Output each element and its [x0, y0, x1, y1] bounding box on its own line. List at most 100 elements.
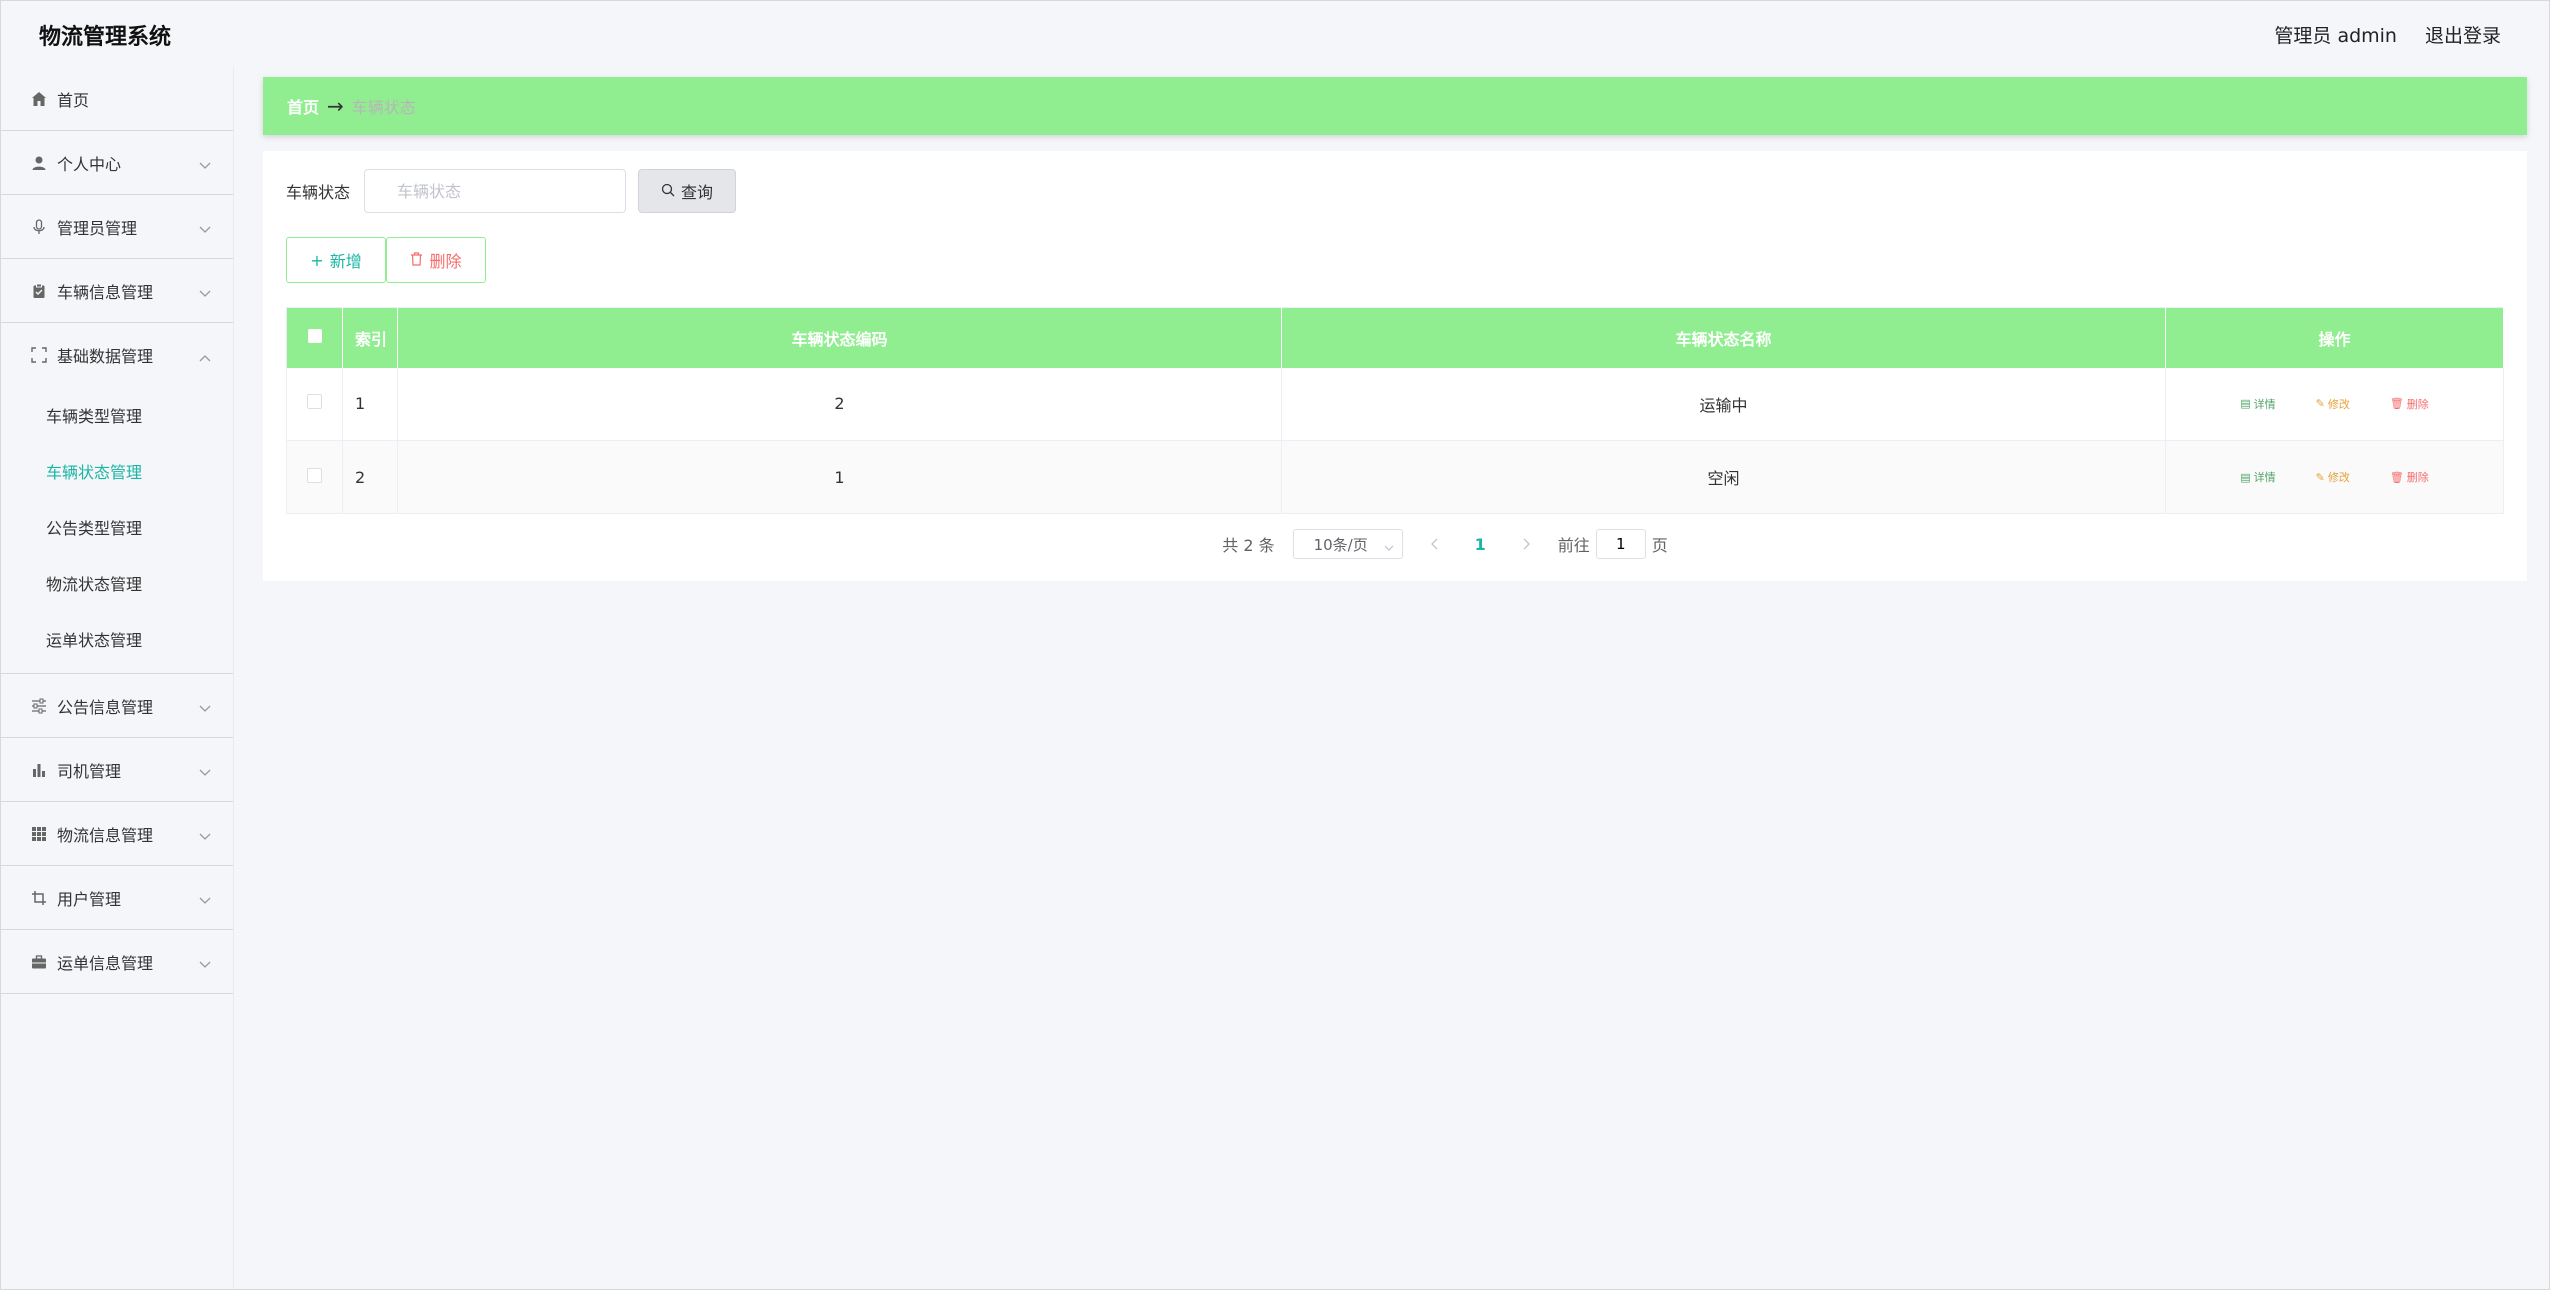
sidebar-subitem-notice-type[interactable]: 公告类型管理 — [1, 499, 233, 555]
edit-label: 修改 — [2327, 397, 2350, 411]
logout-link[interactable]: 退出登录 — [2425, 21, 2501, 48]
row-delete-button[interactable]: 🗑 删除 — [2390, 469, 2429, 485]
search-row: 车辆状态 查询 — [286, 169, 737, 213]
page-size-value: 10条/页 — [1313, 535, 1368, 554]
chevron-down-icon — [1384, 538, 1394, 556]
edit-button[interactable]: ✎ 修改 — [2316, 469, 2350, 485]
sidebar-subitem-waybill-status[interactable]: 运单状态管理 — [1, 611, 233, 667]
submenu-basic-data: 车辆类型管理 车辆状态管理 公告类型管理 物流状态管理 运单状态管理 — [1, 387, 233, 674]
detail-button[interactable]: ▤ 详情 — [2240, 396, 2275, 412]
sliders-icon — [29, 696, 49, 716]
chevron-down-icon — [199, 890, 211, 909]
sidebar-subitem-vehicle-type[interactable]: 车辆类型管理 — [1, 387, 233, 443]
sidebar-item-basic-data[interactable]: 基础数据管理 — [1, 323, 233, 387]
prev-page-button[interactable] — [1430, 535, 1439, 554]
user-label[interactable]: 管理员 admin — [2274, 21, 2397, 48]
clipboard-icon — [29, 281, 49, 301]
chevron-down-icon — [199, 219, 211, 238]
search-icon — [661, 182, 675, 201]
table-header-row: 索引 车辆状态编码 车辆状态名称 操作 — [286, 307, 2504, 368]
remove-label: 删除 — [2406, 471, 2429, 484]
pagination-total: 共 2 条 — [1222, 536, 1275, 555]
row-checkbox[interactable] — [286, 367, 343, 441]
sidebar-item-label: 个人中心 — [57, 154, 122, 174]
briefcase-icon — [29, 952, 49, 972]
pager: 1 — [1430, 535, 1530, 554]
row-delete-button[interactable]: 🗑 删除 — [2390, 396, 2429, 412]
table-row: 2 1 空闲 ▤ 详情 ✎ 修改 🗑 删除 — [286, 440, 2504, 514]
user-icon — [29, 153, 49, 173]
chevron-down-icon — [199, 826, 211, 845]
cell-actions: ▤ 详情 ✎ 修改 🗑 删除 — [2165, 367, 2504, 441]
sidebar: 首页 个人中心 管理员管理 车辆信息管理 基础数据管理 车辆类型管理 车辆状态管… — [1, 67, 234, 1289]
sidebar-item-driver[interactable]: 司机管理 — [1, 738, 233, 802]
page-size-select[interactable]: 10条/页 — [1292, 529, 1403, 559]
sidebar-item-home[interactable]: 首页 — [1, 67, 233, 131]
sidebar-item-admin[interactable]: 管理员管理 — [1, 195, 233, 259]
sidebar-item-label: 车辆信息管理 — [57, 282, 154, 302]
sidebar-item-vehicle-info[interactable]: 车辆信息管理 — [1, 259, 233, 323]
sidebar-subitem-logistics-status[interactable]: 物流状态管理 — [1, 555, 233, 611]
add-button[interactable]: + 新增 — [286, 237, 386, 283]
page-jumper: 前往 页 — [1558, 529, 1668, 559]
sidebar-item-personal-center[interactable]: 个人中心 — [1, 131, 233, 195]
cell-index: 1 — [342, 367, 398, 441]
main-panel: 车辆状态 查询 + 新增 删除 索引 车辆状态编码 车辆状态名称 操作 — [263, 151, 2527, 581]
page-number-current[interactable]: 1 — [1475, 535, 1486, 554]
cell-index: 2 — [342, 440, 398, 514]
breadcrumb-home[interactable]: 首页 — [287, 94, 319, 118]
document-icon: ▤ — [2240, 470, 2251, 484]
document-icon: ▤ — [2240, 397, 2251, 411]
fullscreen-icon — [29, 345, 49, 365]
delete-button-label: 删除 — [429, 252, 462, 271]
search-button[interactable]: 查询 — [638, 169, 737, 213]
sidebar-item-waybill-info[interactable]: 运单信息管理 — [1, 930, 233, 994]
plus-icon: + — [310, 250, 324, 270]
edit-icon: ✎ — [2315, 397, 2325, 411]
add-button-label: 新增 — [329, 252, 362, 271]
chevron-down-icon — [199, 155, 211, 174]
pagination: 共 2 条 10条/页 1 前往 页 — [263, 529, 2527, 559]
cell-actions: ▤ 详情 ✎ 修改 🗑 删除 — [2165, 440, 2504, 514]
goto-suffix: 页 — [1651, 536, 1668, 555]
chevron-down-icon — [199, 283, 211, 302]
detail-button[interactable]: ▤ 详情 — [2240, 469, 2275, 485]
sidebar-item-notice-info[interactable]: 公告信息管理 — [1, 674, 233, 738]
detail-label: 详情 — [2253, 397, 2276, 411]
top-header: 物流管理系统 管理员 admin 退出登录 — [1, 1, 2549, 67]
row-checkbox[interactable] — [286, 440, 343, 514]
home-icon — [29, 89, 49, 109]
chevron-down-icon — [199, 698, 211, 717]
next-page-button[interactable] — [1522, 535, 1530, 554]
sidebar-subitem-vehicle-status[interactable]: 车辆状态管理 — [1, 443, 233, 499]
sidebar-item-label: 首页 — [57, 90, 90, 110]
crop-icon — [29, 888, 49, 908]
search-button-label: 查询 — [681, 183, 714, 202]
header-right: 管理员 admin 退出登录 — [2274, 21, 2501, 48]
edit-button[interactable]: ✎ 修改 — [2316, 396, 2350, 412]
chevron-down-icon — [199, 762, 211, 781]
goto-page-input[interactable] — [1595, 529, 1646, 559]
column-header-code: 车辆状态编码 — [397, 307, 1282, 368]
action-row: + 新增 删除 — [286, 237, 486, 283]
chevron-down-icon — [199, 954, 211, 973]
cell-code: 2 — [397, 367, 1282, 441]
search-input[interactable] — [364, 169, 627, 213]
sidebar-item-label: 管理员管理 — [57, 218, 138, 238]
sidebar-item-label: 运单信息管理 — [57, 953, 154, 973]
remove-label: 删除 — [2406, 397, 2429, 411]
select-all-checkbox[interactable] — [286, 307, 343, 368]
detail-label: 详情 — [2253, 471, 2276, 484]
sidebar-item-user[interactable]: 用户管理 — [1, 866, 233, 930]
goto-prefix: 前往 — [1557, 536, 1590, 555]
sidebar-item-logistics-info[interactable]: 物流信息管理 — [1, 802, 233, 866]
grid-icon — [29, 824, 49, 844]
chevron-up-icon — [199, 347, 211, 366]
column-header-name: 车辆状态名称 — [1281, 307, 2166, 368]
app-title: 物流管理系统 — [39, 25, 172, 50]
sidebar-item-label: 用户管理 — [57, 889, 122, 909]
batch-delete-button[interactable]: 删除 — [386, 237, 486, 283]
data-table: 索引 车辆状态编码 车辆状态名称 操作 1 2 运输中 ▤ 详情 ✎ 修改 🗑 删除 — [286, 307, 2504, 514]
trash-icon: 🗑 — [2389, 397, 2404, 411]
cell-name: 运输中 — [1281, 367, 2166, 441]
